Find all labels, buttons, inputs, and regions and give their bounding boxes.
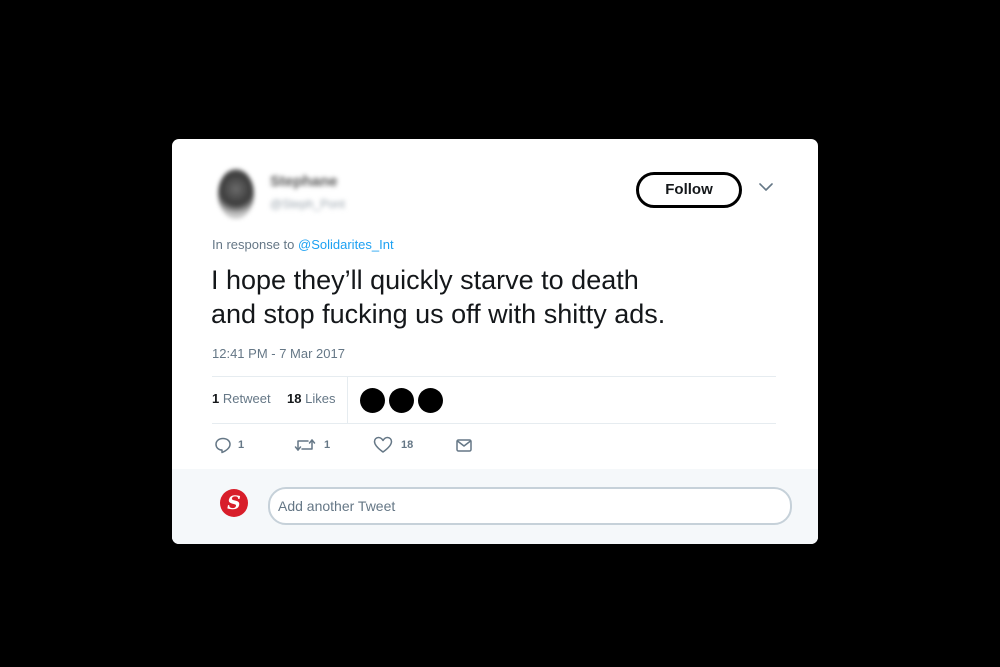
author-handle[interactable]: @Steph_Pont [270,197,345,211]
current-user-avatar[interactable]: S [220,489,248,517]
follow-button[interactable]: Follow [636,172,742,208]
reply-count: 1 [238,439,245,451]
tweet-card: Stephane @Steph_Pont Follow In response … [172,139,818,544]
retweets-stat[interactable]: 1 Retweet [212,391,271,406]
tweet-actions: 1 1 18 [212,435,776,459]
chevron-down-icon[interactable] [756,177,776,197]
reply-composer: S [172,469,818,544]
tweet-header: Stephane @Steph_Pont Follow [212,167,778,223]
reply-input[interactable] [268,487,792,525]
stats-separator [347,377,348,423]
tweet-timestamp[interactable]: 12:41 PM - 7 Mar 2017 [212,346,345,361]
tweet-text: I hope they’ll quickly starve to death a… [211,265,666,329]
likes-label: Likes [305,391,336,406]
envelope-icon [455,436,473,454]
in-response-line: In response to @Solidarites_Int [212,237,394,252]
retweets-label: Retweet [222,391,271,406]
direct-message-button[interactable] [455,435,473,455]
retweets-count: 1 [212,391,220,406]
like-button[interactable]: 18 [373,435,413,455]
likes-stat[interactable]: 18 Likes [287,391,335,406]
author-avatar[interactable] [218,169,254,219]
like-count: 18 [401,439,414,451]
retweet-button[interactable]: 1 [294,435,330,455]
retweet-icon [294,436,316,454]
in-response-handle-link[interactable]: @Solidarites_Int [298,237,394,252]
retweet-count: 1 [324,439,331,451]
reply-button[interactable]: 1 [214,435,244,455]
liker-avatar[interactable] [418,388,443,413]
tweet-stats: 1 Retweet 18 Likes [212,377,776,423]
author-name[interactable]: Stephane [270,173,338,190]
likes-count: 18 [287,391,302,406]
heart-icon [373,436,393,454]
liker-avatar[interactable] [389,388,414,413]
reply-icon [214,436,232,454]
in-response-prefix: In response to [212,237,295,252]
liker-avatar[interactable] [360,388,385,413]
divider [212,423,776,424]
